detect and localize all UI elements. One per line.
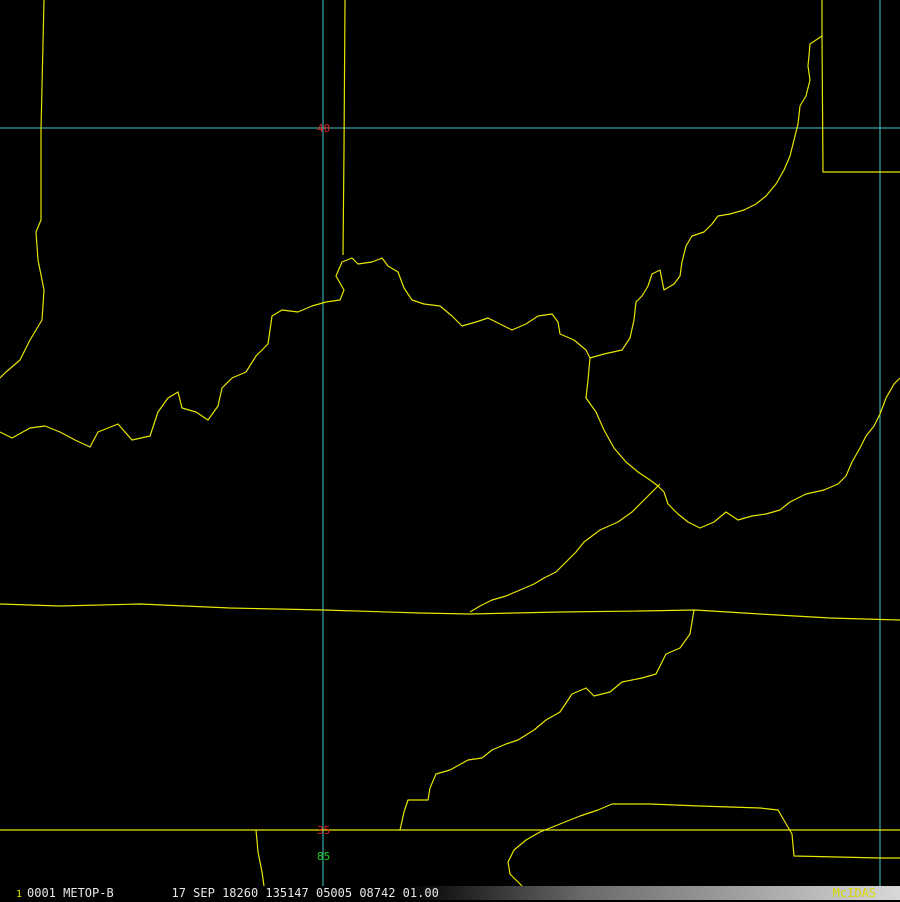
image-info-text: 0001 METOP-B 17 SEP 18260 135147 05005 0… xyxy=(27,886,439,900)
mcidas-logo: McIDAS xyxy=(832,886,876,900)
latitude-label-40: 40 xyxy=(317,122,330,135)
longitude-label-85: 85 xyxy=(317,850,330,863)
satellite-map: 40 35 85 xyxy=(0,0,900,886)
latitude-label-35: 35 xyxy=(317,824,330,837)
status-bar: 1 0001 METOP-B 17 SEP 18260 135147 05005… xyxy=(0,886,900,900)
